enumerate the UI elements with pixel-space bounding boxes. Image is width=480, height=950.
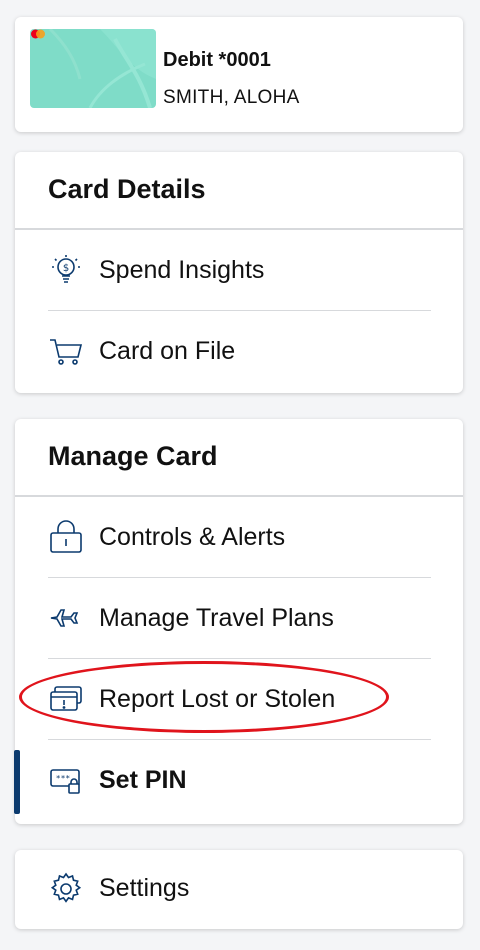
menu-item-card-on-file[interactable]: Card on File xyxy=(15,311,463,392)
card-details-header: Card Details xyxy=(15,152,463,230)
menu-item-label: Card on File xyxy=(99,337,236,365)
active-indicator xyxy=(14,750,20,814)
svg-text:***: *** xyxy=(56,774,71,783)
section-title: Manage Card xyxy=(48,441,218,471)
cart-icon xyxy=(50,339,83,365)
settings-label: Settings xyxy=(99,874,190,902)
card-thumbnail xyxy=(30,29,156,108)
menu-item-settings[interactable]: Settings xyxy=(15,850,463,929)
menu-item-label: Spend Insights xyxy=(99,256,265,284)
manage-card-header: Manage Card xyxy=(15,419,463,497)
lightbulb-dollar-icon: $ xyxy=(52,255,80,283)
section-title: Card Details xyxy=(48,174,206,204)
card-alert-icon xyxy=(50,686,82,711)
menu-item-controls-alerts[interactable]: Controls & Alerts xyxy=(15,497,463,578)
airplane-icon xyxy=(50,609,79,627)
menu-item-spend-insights[interactable]: $ Spend Insights xyxy=(15,230,463,311)
lock-icon xyxy=(50,520,82,553)
settings-section: Settings xyxy=(15,850,463,929)
menu-item-manage-travel-plans[interactable]: Manage Travel Plans xyxy=(15,578,463,659)
pin-lock-icon: *** xyxy=(50,769,80,794)
menu-item-label: Controls & Alerts xyxy=(99,523,286,551)
menu-item-label: Manage Travel Plans xyxy=(99,604,334,632)
card-details-section: Card Details $ Spend Insights Card on Fi… xyxy=(15,152,463,393)
menu-item-report-lost-stolen[interactable]: Report Lost or Stolen xyxy=(15,659,463,740)
account-name: Debit *0001 xyxy=(163,49,271,71)
account-card[interactable]: Debit *0001 SMITH, ALOHA xyxy=(15,17,463,132)
menu-item-label: Set PIN xyxy=(99,766,187,794)
menu-item-label: Report Lost or Stolen xyxy=(99,685,336,713)
svg-text:$: $ xyxy=(63,263,69,274)
menu-item-set-pin[interactable]: *** Set PIN xyxy=(14,740,463,821)
manage-card-section: Manage Card Controls & Alerts Manage Tra… xyxy=(14,419,463,824)
account-holder: SMITH, ALOHA xyxy=(163,87,300,108)
gear-icon xyxy=(50,872,82,903)
mastercard-logo-icon xyxy=(31,29,45,39)
